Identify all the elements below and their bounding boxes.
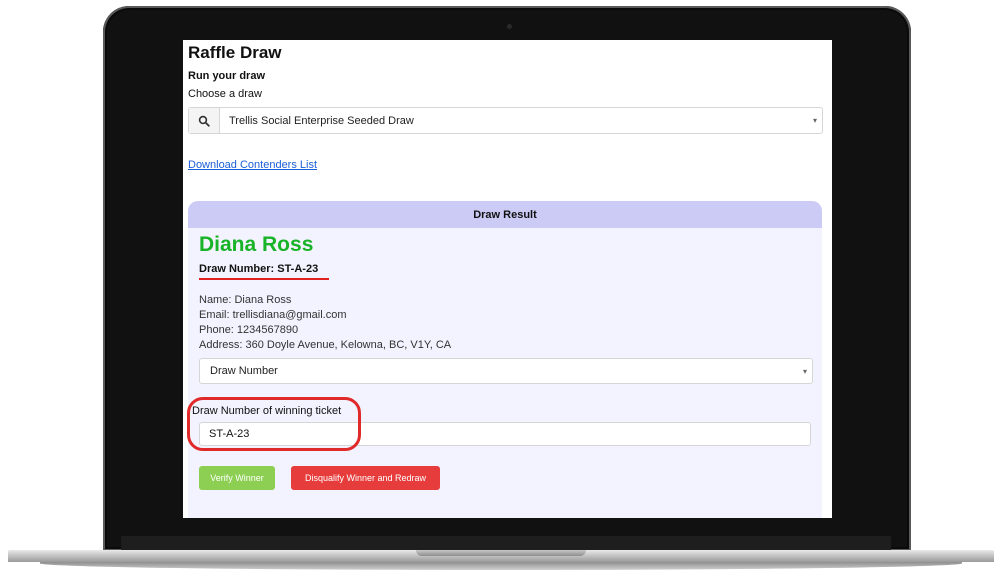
draw-result-card: Draw Result Diana Ross Draw Number: ST-A… bbox=[187, 201, 822, 518]
laptop-notch bbox=[416, 550, 586, 556]
winner-detail-email: Email: trellisdiana@gmail.com bbox=[199, 309, 347, 321]
winner-detail-address: Address: 360 Doyle Avenue, Kelowna, BC, … bbox=[199, 339, 452, 351]
section-title: Run your draw bbox=[188, 70, 266, 82]
page-title: Raffle Draw bbox=[188, 43, 282, 62]
annotation-circle bbox=[187, 397, 361, 451]
winner-name: Diana Ross bbox=[199, 233, 314, 256]
winner-draw-number: Draw Number: ST-A-23 bbox=[199, 263, 319, 275]
winner-detail-phone: Phone: 1234567890 bbox=[199, 324, 299, 336]
verify-winner-button[interactable]: Verify Winner bbox=[199, 466, 275, 490]
chevron-down-icon: ▾ bbox=[812, 116, 817, 125]
draw-result-header: Draw Result bbox=[188, 201, 822, 228]
laptop-bezel-bottom bbox=[121, 536, 891, 550]
download-contenders-link[interactable]: Download Contenders List bbox=[188, 159, 317, 171]
choose-draw-label: Choose a draw bbox=[188, 88, 262, 100]
camera-dot bbox=[507, 24, 512, 29]
verify-field-select-value: Draw Number bbox=[210, 365, 278, 377]
winner-detail-name: Name: Diana Ross bbox=[199, 294, 292, 306]
app-screen: Raffle Draw Run your draw Choose a draw … bbox=[183, 40, 832, 518]
draw-select-value: Trellis Social Enterprise Seeded Draw bbox=[229, 114, 414, 127]
draw-select[interactable]: Trellis Social Enterprise Seeded Draw ▾ bbox=[188, 107, 823, 134]
chevron-down-icon: ▾ bbox=[802, 366, 807, 376]
disqualify-redraw-button[interactable]: Disqualify Winner and Redraw bbox=[291, 466, 440, 490]
laptop-base-lip bbox=[40, 562, 962, 570]
verify-field-select[interactable]: Draw Number ▾ bbox=[199, 358, 813, 384]
annotation-underline bbox=[199, 278, 329, 280]
search-icon bbox=[189, 108, 220, 133]
